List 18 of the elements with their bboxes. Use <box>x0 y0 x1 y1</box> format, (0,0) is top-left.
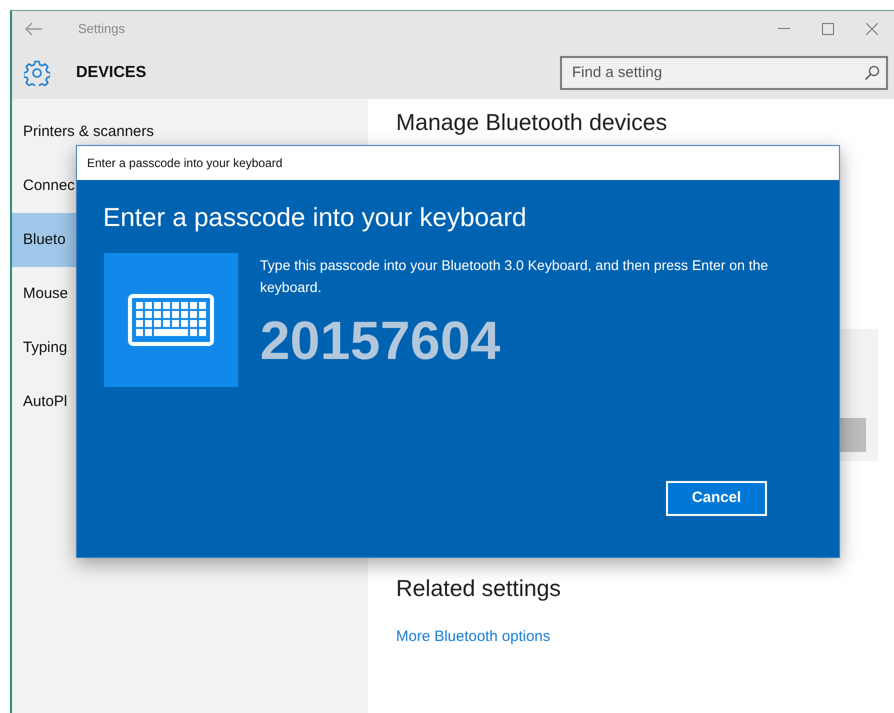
passcode: 20157604 <box>260 314 502 368</box>
bluetooth-options-link[interactable]: More Bluetooth options <box>396 626 550 648</box>
keyboard-icon <box>128 294 214 346</box>
maximize-icon <box>822 22 834 34</box>
page-title: DEVICES <box>76 62 146 82</box>
search-field[interactable]: Find a setting <box>560 56 888 90</box>
dialog-heading: Enter a passcode into your keyboard <box>102 201 528 234</box>
settings-icon <box>24 60 50 86</box>
close-icon <box>866 22 878 34</box>
search-icon <box>864 64 880 80</box>
window-title: Settings <box>78 20 125 38</box>
back-arrow-icon <box>25 22 43 36</box>
dialog-title: Enter a passcode into your keyboard <box>87 155 282 172</box>
section-heading: Related settings <box>396 574 561 603</box>
dialog-message: Type this passcode into your Bluetooth 3.0 Keyboard, and then press Enter on the keyboard. <box>260 256 770 298</box>
section-heading: Manage Bluetooth devices <box>396 109 668 137</box>
minimize-icon <box>778 28 790 30</box>
cancel-button[interactable]: Cancel <box>666 481 767 516</box>
